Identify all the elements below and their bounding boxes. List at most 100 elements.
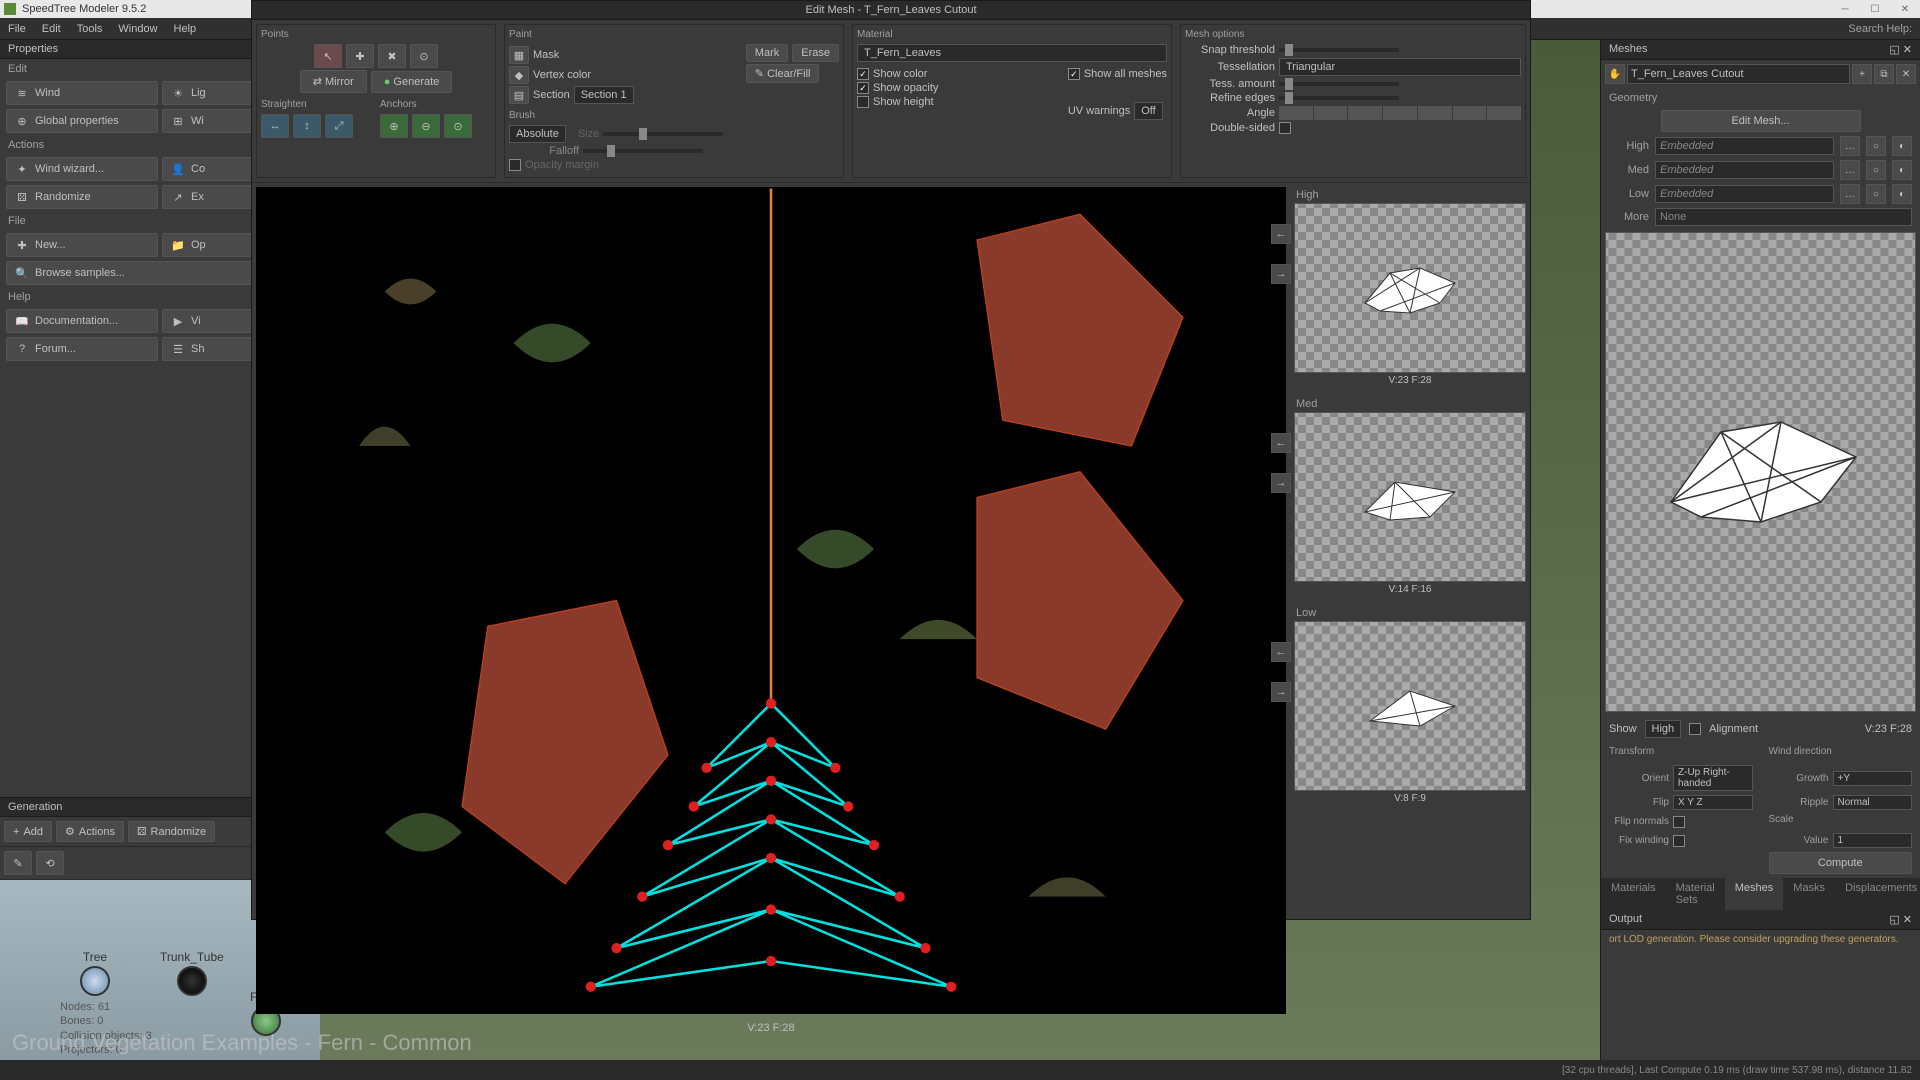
uv-dropdown[interactable]: Off — [1134, 102, 1162, 120]
vertex-color-label[interactable]: Vertex color — [533, 69, 591, 81]
fix-winding-check[interactable] — [1673, 835, 1685, 847]
high-field[interactable]: Embedded — [1655, 137, 1834, 155]
gen-randomize-button[interactable]: ⚄Randomize — [128, 821, 215, 842]
mask-label[interactable]: Mask — [533, 49, 559, 61]
wind-wizard-button[interactable]: ✦Wind wizard... — [6, 157, 158, 181]
straighten-x[interactable]: ↔ — [261, 114, 289, 138]
lod-low-next[interactable]: → — [1271, 682, 1291, 702]
erase-button[interactable]: Erase — [792, 44, 839, 62]
scale-value[interactable]: 1 — [1833, 833, 1913, 848]
clearfill-button[interactable]: ✎ Clear/Fill — [746, 64, 820, 83]
lod-med-next[interactable]: → — [1271, 473, 1291, 493]
mesh-viewport[interactable] — [256, 187, 1286, 1014]
tess-dropdown[interactable]: Triangular — [1279, 58, 1521, 76]
show-opacity-check[interactable] — [857, 82, 869, 94]
section-label[interactable]: Section — [533, 89, 570, 101]
tab-meshes[interactable]: Meshes — [1725, 878, 1784, 910]
mesh-name-dropdown[interactable]: T_Fern_Leaves Cutout — [1627, 64, 1850, 84]
mesh-del[interactable]: ✕ — [1896, 64, 1916, 84]
low-btn2[interactable]: ○ — [1866, 184, 1886, 204]
menu-help[interactable]: Help — [174, 23, 197, 35]
size-slider[interactable] — [603, 132, 723, 136]
more-dropdown[interactable]: None — [1655, 208, 1912, 226]
gen-tool1[interactable]: ✎ — [4, 851, 32, 875]
low-field[interactable]: Embedded — [1655, 185, 1834, 203]
anchor-move[interactable]: ⊙ — [444, 114, 472, 138]
med-btn1[interactable]: … — [1840, 160, 1860, 180]
anchor-add[interactable]: ⊕ — [380, 114, 408, 138]
gen-actions-button[interactable]: ⚙Actions — [56, 821, 124, 842]
snap-slider[interactable] — [1279, 48, 1399, 52]
section-dropdown[interactable]: Section 1 — [574, 86, 634, 104]
med-btn3[interactable]: ◐ — [1892, 160, 1912, 180]
lod-high-next[interactable]: → — [1271, 264, 1291, 284]
anchor-del[interactable]: ⊖ — [412, 114, 440, 138]
mesh-dup[interactable]: ⧉ — [1874, 64, 1894, 84]
high-btn3[interactable]: ◐ — [1892, 136, 1912, 156]
double-sided-check[interactable] — [1279, 122, 1291, 134]
menu-tools[interactable]: Tools — [77, 23, 103, 35]
forum-button[interactable]: ?Forum... — [6, 337, 158, 361]
move-tool[interactable]: ⊙ — [410, 44, 438, 68]
menu-edit[interactable]: Edit — [42, 23, 61, 35]
ripple-field[interactable]: Normal — [1833, 795, 1913, 810]
show-dropdown[interactable]: High — [1645, 720, 1682, 738]
lod-low-preview[interactable]: ← → — [1294, 621, 1526, 791]
alignment-check[interactable] — [1689, 723, 1701, 735]
randomize-button[interactable]: ⚄Randomize — [6, 185, 158, 209]
hand-icon[interactable]: ✋ — [1605, 64, 1625, 84]
high-btn1[interactable]: … — [1840, 136, 1860, 156]
flip-normals-check[interactable] — [1673, 816, 1685, 828]
high-btn2[interactable]: ○ — [1866, 136, 1886, 156]
delete-point-tool[interactable]: ✖ — [378, 44, 406, 68]
refine-slider[interactable] — [1279, 96, 1399, 100]
brush-mode[interactable]: Absolute — [509, 125, 566, 143]
menu-file[interactable]: File — [8, 23, 26, 35]
lod-med-prev[interactable]: ← — [1271, 433, 1291, 453]
med-field[interactable]: Embedded — [1655, 161, 1834, 179]
mesh-add[interactable]: + — [1852, 64, 1872, 84]
tab-displacements[interactable]: Displacements — [1835, 878, 1920, 910]
wind-button[interactable]: ≋Wind — [6, 81, 158, 105]
med-btn2[interactable]: ○ — [1866, 160, 1886, 180]
low-btn1[interactable]: … — [1840, 184, 1860, 204]
show-color-check[interactable] — [857, 68, 869, 80]
orient-field[interactable]: Z-Up Right-handed — [1673, 765, 1753, 791]
minimize-button[interactable]: ─ — [1830, 0, 1860, 18]
add-button[interactable]: +Add — [4, 821, 52, 842]
show-height-check[interactable] — [857, 96, 869, 108]
material-dropdown[interactable]: T_Fern_Leaves — [857, 44, 1167, 62]
panel-controls[interactable]: ◱ ✕ — [1889, 43, 1912, 56]
mesh-preview-large[interactable] — [1605, 232, 1916, 712]
tab-material-sets[interactable]: Material Sets — [1666, 878, 1725, 910]
tess-slider[interactable] — [1279, 82, 1399, 86]
new-button[interactable]: ✚New... — [6, 233, 158, 257]
maximize-button[interactable]: ☐ — [1860, 0, 1890, 18]
edit-mesh-button[interactable]: Edit Mesh... — [1661, 110, 1861, 132]
falloff-slider[interactable] — [583, 149, 703, 153]
add-point-tool[interactable]: ✚ — [346, 44, 374, 68]
lod-high-prev[interactable]: ← — [1271, 224, 1291, 244]
growth-field[interactable]: +Y — [1833, 771, 1913, 786]
straighten-xy[interactable]: ⤢ — [325, 114, 353, 138]
menu-window[interactable]: Window — [118, 23, 157, 35]
documentation-button[interactable]: 📖Documentation... — [6, 309, 158, 333]
tab-masks[interactable]: Masks — [1783, 878, 1835, 910]
generate-button[interactable]: ● Generate — [371, 71, 453, 93]
mirror-button[interactable]: ⇄ Mirror — [300, 70, 367, 93]
select-tool[interactable]: ↖ — [314, 44, 342, 68]
angle-buttons[interactable] — [1279, 106, 1521, 120]
mark-button[interactable]: Mark — [746, 44, 788, 62]
lod-low-prev[interactable]: ← — [1271, 642, 1291, 662]
tree-node[interactable] — [80, 966, 110, 996]
low-btn3[interactable]: ◐ — [1892, 184, 1912, 204]
show-all-check[interactable] — [1068, 68, 1080, 80]
lod-med-preview[interactable]: ← → — [1294, 412, 1526, 582]
opacity-margin-check[interactable] — [509, 159, 521, 171]
global-props-button[interactable]: ⊕Global properties — [6, 109, 158, 133]
trunk-node[interactable] — [177, 966, 207, 996]
compute-button[interactable]: Compute — [1769, 852, 1913, 874]
tab-materials[interactable]: Materials — [1601, 878, 1666, 910]
straighten-y[interactable]: ↕ — [293, 114, 321, 138]
flip-field[interactable]: X Y Z — [1673, 795, 1753, 810]
